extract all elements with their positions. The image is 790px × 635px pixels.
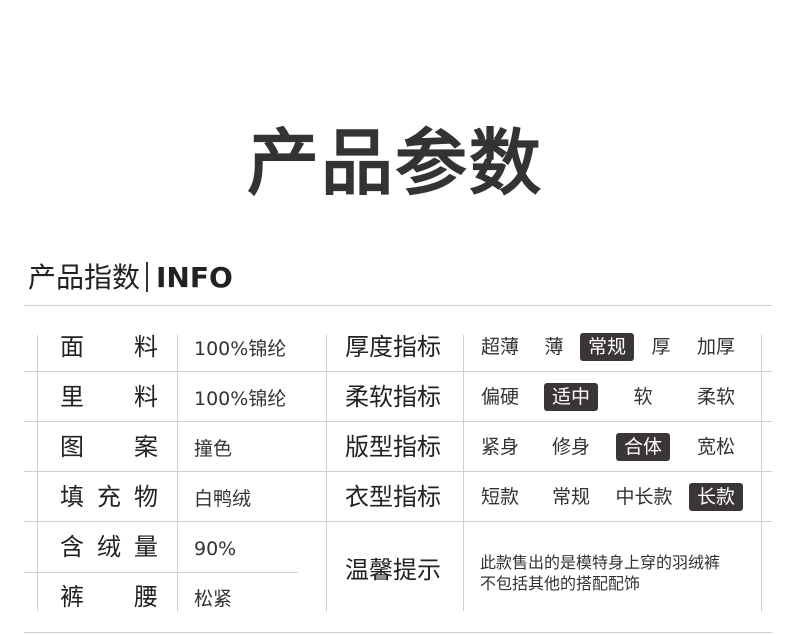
spec-value: 撞色 bbox=[194, 438, 233, 460]
index-option[interactable]: 厚 bbox=[651, 333, 671, 361]
tip-text: 不包括其他的搭配配饰 bbox=[480, 574, 641, 593]
section-title-cn: 产品指数 bbox=[28, 261, 141, 294]
index-option[interactable]: 柔软 bbox=[696, 383, 736, 411]
spec-label: 裤腰 bbox=[60, 572, 158, 622]
index-option[interactable]: 宽松 bbox=[696, 433, 736, 461]
page-title: 产品参数 bbox=[246, 121, 543, 205]
spec-label-char: 裤 bbox=[60, 583, 84, 611]
column-divider bbox=[37, 335, 38, 611]
header-rule bbox=[24, 305, 772, 306]
spec-label: 里料 bbox=[60, 372, 158, 422]
index-option[interactable]: 偏硬 bbox=[480, 383, 520, 411]
spec-label: 面料 bbox=[60, 322, 158, 372]
section-title-en: INFO bbox=[156, 261, 233, 294]
index-option[interactable]: 修身 bbox=[551, 433, 591, 461]
spec-label-char: 填 bbox=[60, 483, 84, 511]
index-option[interactable]: 软 bbox=[633, 383, 653, 411]
section-title-divider bbox=[146, 262, 149, 292]
index-option[interactable]: 薄 bbox=[543, 333, 565, 361]
spec-label-char: 量 bbox=[134, 533, 158, 561]
index-option[interactable]: 超薄 bbox=[480, 333, 520, 361]
index-option[interactable]: 紧身 bbox=[480, 433, 520, 461]
spec-label: 填充物 bbox=[60, 472, 158, 522]
spec-value: 100%锦纶 bbox=[194, 338, 287, 360]
index-option-selected[interactable]: 适中 bbox=[544, 383, 598, 411]
spec-label-char: 料 bbox=[134, 383, 158, 411]
index-option-selected[interactable]: 常规 bbox=[580, 333, 634, 361]
index-label: 衣型指标 bbox=[345, 483, 441, 511]
column-divider bbox=[177, 335, 178, 611]
spec-label: 含绒量 bbox=[60, 522, 158, 572]
spec-value: 100%锦纶 bbox=[194, 388, 287, 410]
spec-label-char: 绒 bbox=[97, 533, 121, 561]
column-divider bbox=[463, 335, 464, 611]
index-option[interactable]: 中长款 bbox=[614, 483, 674, 511]
spec-label-char: 含 bbox=[60, 533, 84, 561]
index-label: 柔软指标 bbox=[345, 383, 441, 411]
spec-label: 图案 bbox=[60, 422, 158, 472]
tip-label: 温馨提示 bbox=[345, 556, 441, 584]
column-divider bbox=[761, 335, 762, 611]
index-option-selected[interactable]: 合体 bbox=[616, 433, 670, 461]
index-option[interactable]: 加厚 bbox=[696, 333, 736, 361]
section-title: 产品指数 INFO bbox=[28, 258, 233, 298]
spec-label-char: 充 bbox=[97, 483, 121, 511]
index-label: 版型指标 bbox=[345, 433, 441, 461]
spec-value: 松紧 bbox=[194, 588, 233, 610]
spec-label-char: 图 bbox=[60, 433, 84, 461]
spec-label-char: 腰 bbox=[134, 583, 158, 611]
index-option[interactable]: 短款 bbox=[480, 483, 520, 511]
spec-label-char: 面 bbox=[60, 333, 84, 361]
index-option[interactable]: 常规 bbox=[551, 483, 591, 511]
table-bottom-rule bbox=[24, 632, 772, 633]
spec-value: 90% bbox=[194, 538, 237, 560]
tip-text: 此款售出的是模特身上穿的羽绒裤 bbox=[480, 553, 721, 572]
spec-label-char: 案 bbox=[134, 433, 158, 461]
spec-label-char: 物 bbox=[134, 483, 158, 511]
column-divider bbox=[326, 335, 327, 611]
index-label: 厚度指标 bbox=[345, 333, 441, 361]
index-option-selected[interactable]: 长款 bbox=[689, 483, 743, 511]
spec-value: 白鸭绒 bbox=[194, 488, 252, 510]
spec-label-char: 料 bbox=[134, 333, 158, 361]
spec-label-char: 里 bbox=[60, 383, 84, 411]
